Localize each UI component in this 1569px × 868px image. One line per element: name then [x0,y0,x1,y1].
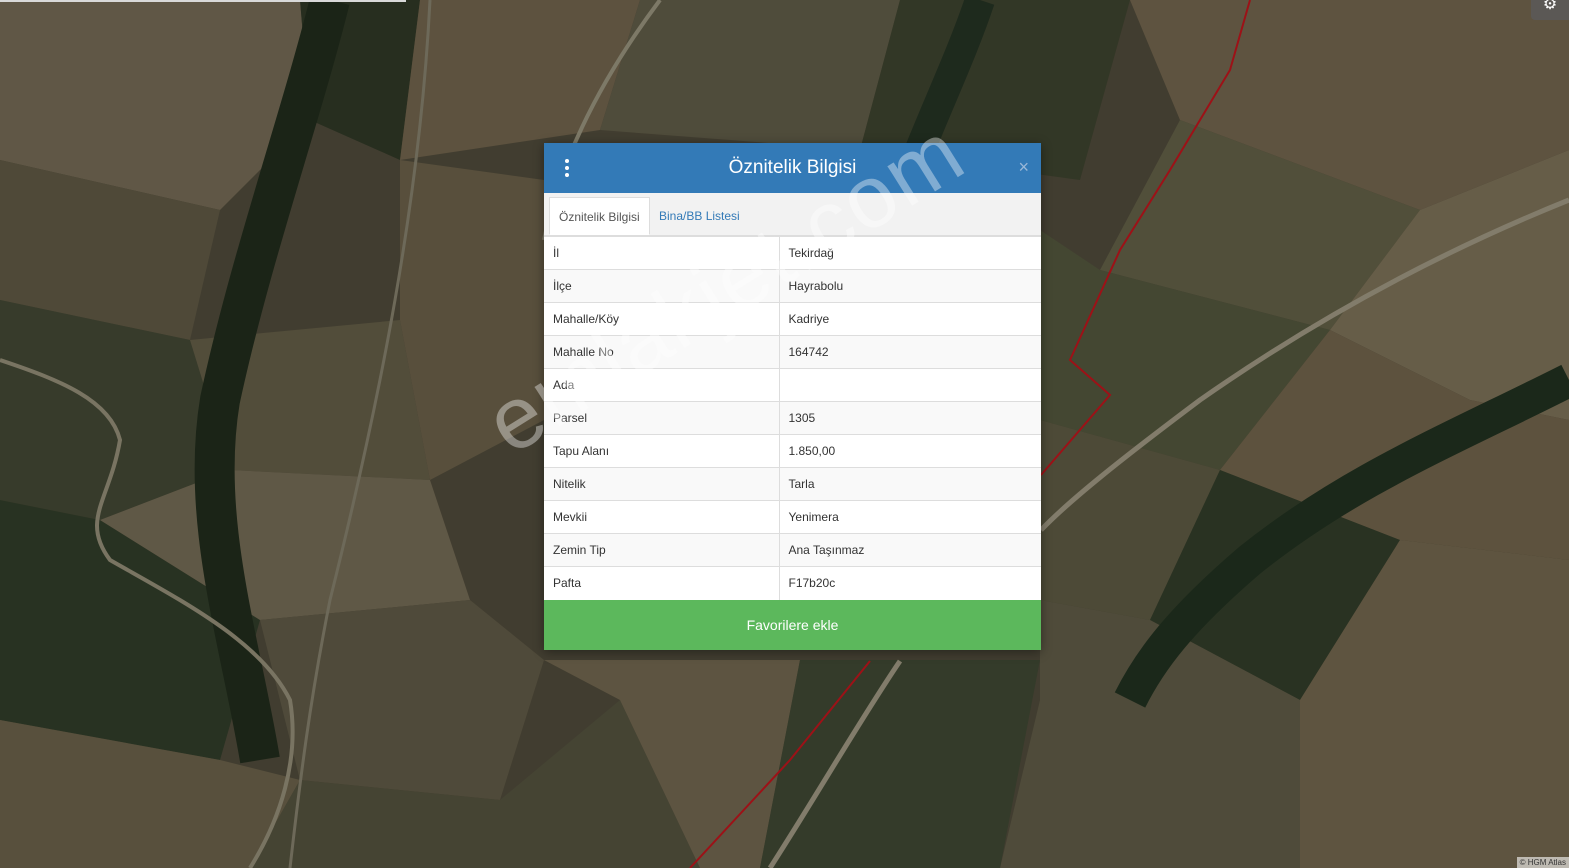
table-row: Zemin Tip Ana Taşınmaz [544,533,1041,567]
tab-attribute-info[interactable]: Öznitelik Bilgisi [549,197,650,235]
row-value: Ana Taşınmaz [779,533,1041,567]
row-label: Pafta [544,566,780,600]
gear-icon[interactable]: ⚙ [1531,0,1569,20]
row-value: F17b20c [779,566,1041,600]
row-value: Yenimera [779,500,1041,534]
table-row: İl Tekirdağ [544,236,1041,270]
row-label: Parsel [544,401,780,435]
dialog-tabs: Öznitelik Bilgisi Bina/BB Listesi [544,193,1041,236]
row-value: 1.850,00 [779,434,1041,468]
table-row: Parsel 1305 [544,401,1041,435]
row-label: İlçe [544,269,780,303]
row-label: Ada [544,368,780,402]
row-label: Tapu Alanı [544,434,780,468]
row-label: İl [544,236,780,270]
table-row: Mahalle No 164742 [544,335,1041,369]
row-label: Nitelik [544,467,780,501]
row-label: Mahalle No [544,335,780,369]
add-to-favorites-button[interactable]: Favorilere ekle [544,599,1041,650]
table-row: Tapu Alanı 1.850,00 [544,434,1041,468]
row-value: 1305 [779,401,1041,435]
row-value: Kadriye [779,302,1041,336]
row-value: 164742 [779,335,1041,369]
row-label: Zemin Tip [544,533,780,567]
table-row: Ada [544,368,1041,402]
row-value [779,368,1041,402]
table-row: Pafta F17b20c [544,566,1041,600]
row-value: Hayrabolu [779,269,1041,303]
row-value: Tekirdağ [779,236,1041,270]
attribute-info-dialog: Öznitelik Bilgisi × Öznitelik Bilgisi Bi… [544,143,1041,650]
row-label: Mevkii [544,500,780,534]
dialog-title: Öznitelik Bilgisi [728,157,857,178]
table-row: Mahalle/Köy Kadriye [544,302,1041,336]
attribute-table: İl Tekirdağ İlçe Hayrabolu Mahalle/Köy K… [544,236,1041,600]
close-icon[interactable]: × [1018,157,1029,177]
row-label: Mahalle/Köy [544,302,780,336]
dialog-header: Öznitelik Bilgisi × [544,143,1041,193]
table-row: İlçe Hayrabolu [544,269,1041,303]
map-top-scale-bar [0,0,406,2]
tab-building-list[interactable]: Bina/BB Listesi [650,197,749,235]
row-value: Tarla [779,467,1041,501]
map-attribution: © HGM Atlas [1516,857,1569,868]
table-row: Nitelik Tarla [544,467,1041,501]
table-row: Mevkii Yenimera [544,500,1041,534]
